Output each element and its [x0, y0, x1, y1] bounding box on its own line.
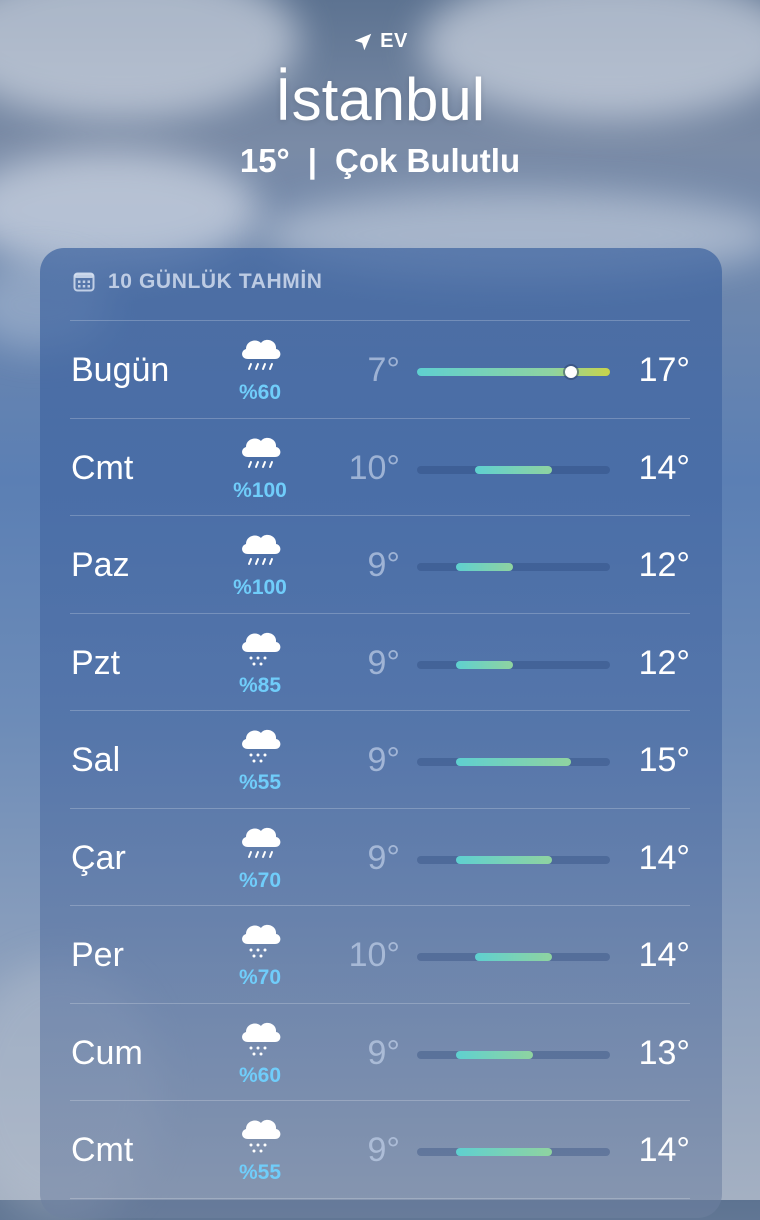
- temperature-range-fill: [455, 855, 553, 864]
- low-temperature: 7°: [367, 351, 400, 389]
- low-temperature: 9°: [367, 643, 400, 682]
- ten-day-forecast-panel[interactable]: 10 GÜNLÜK TAHMİN Bugün %60 7° 17° Cmt %1…: [40, 248, 722, 1218]
- cloud-drizzle-icon: [236, 628, 284, 668]
- precipitation-chance: %70: [238, 868, 282, 892]
- temperature-range-fill: [455, 660, 514, 669]
- temperature-range-fill: [474, 953, 553, 961]
- temperature-range-bar: [417, 563, 610, 571]
- precipitation-chance: %85: [238, 673, 282, 697]
- precipitation-chance: %70: [238, 966, 282, 989]
- cloud-drizzle-icon: [236, 1115, 284, 1155]
- cloud-drizzle-icon: [236, 1018, 284, 1058]
- day-label: Cmt: [71, 1131, 134, 1169]
- precipitation-chance: %55: [238, 1161, 282, 1184]
- forecast-header: 10 GÜNLÜK TAHMİN: [72, 270, 323, 294]
- cloud-drizzle-icon: [236, 920, 284, 960]
- temperature-range-fill: [474, 465, 553, 474]
- divider: [70, 1197, 690, 1199]
- precipitation-chance: %100: [233, 576, 287, 599]
- temperature-range-bar: [417, 953, 610, 961]
- high-temperature: 15°: [638, 741, 690, 779]
- temperature-range-bar: [417, 758, 610, 766]
- temperature-range-bar: [417, 660, 610, 669]
- current-location-row: EV: [0, 30, 760, 53]
- high-temperature: 17°: [638, 351, 690, 389]
- day-label: Pzt: [71, 643, 121, 682]
- low-temperature: 10°: [348, 448, 400, 487]
- day-label: Cum: [71, 1033, 143, 1072]
- precipitation-chance: %55: [238, 771, 282, 794]
- high-temperature: 12°: [638, 546, 690, 584]
- temperature-range-fill: [455, 1148, 553, 1156]
- forecast-row: Çar %70 9° 14°: [40, 809, 722, 906]
- forecast-list: Bugün %60 7° 17° Cmt %100 10° 14° Paz %1…: [40, 321, 722, 1199]
- forecast-row: Per %70 10° 14°: [40, 906, 722, 1004]
- high-temperature: 12°: [638, 643, 690, 682]
- cloud-rain-icon: [236, 823, 284, 863]
- current-temp-marker: [565, 366, 578, 378]
- day-label: Paz: [71, 546, 130, 584]
- temperature-range-fill: [455, 1050, 533, 1059]
- forecast-title: 10 GÜNLÜK TAHMİN: [108, 270, 323, 293]
- forecast-row: Cum %60 9° 13°: [40, 1004, 722, 1101]
- temperature-range-fill: [417, 368, 610, 376]
- low-temperature: 9°: [367, 838, 400, 877]
- current-condition: Çok Bulutlu: [334, 142, 521, 179]
- low-temperature: 9°: [367, 1033, 400, 1072]
- low-temperature: 9°: [367, 1131, 400, 1169]
- summary-separator: |: [307, 142, 317, 179]
- cloud-rain-icon: [236, 530, 284, 570]
- temperature-range-bar: [417, 855, 610, 864]
- temperature-range-bar: [417, 1050, 610, 1059]
- forecast-row: Cmt %100 10° 14°: [40, 419, 722, 516]
- location-arrow-icon: [354, 33, 372, 50]
- forecast-row: Sal %55 9° 15°: [40, 711, 722, 809]
- forecast-row: Paz %100 9° 12°: [40, 516, 722, 614]
- temperature-range-bar: [417, 465, 610, 474]
- temperature-range-fill: [455, 563, 514, 571]
- cloud-drizzle-icon: [236, 725, 284, 765]
- current-temperature: 15°: [239, 142, 290, 179]
- day-label: Cmt: [71, 448, 134, 487]
- day-label: Per: [71, 936, 124, 974]
- precipitation-chance: %60: [238, 1063, 282, 1087]
- current-summary: 15° | Çok Bulutlu: [0, 138, 760, 184]
- high-temperature: 13°: [638, 1033, 690, 1072]
- cloud-rain-icon: [236, 433, 284, 473]
- forecast-row: Pzt %85 9° 12°: [40, 614, 722, 711]
- high-temperature: 14°: [638, 838, 690, 877]
- high-temperature: 14°: [638, 1131, 690, 1169]
- high-temperature: 14°: [638, 448, 690, 487]
- low-temperature: 9°: [367, 546, 400, 584]
- day-label: Çar: [71, 838, 126, 877]
- precipitation-chance: %60: [238, 381, 282, 404]
- low-temperature: 10°: [348, 936, 400, 974]
- low-temperature: 9°: [367, 741, 400, 779]
- location-label: EV: [380, 30, 408, 52]
- cloud-rain-icon: [236, 335, 284, 375]
- forecast-row: Bugün %60 7° 17°: [40, 321, 722, 419]
- city-name: İstanbul: [274, 66, 486, 133]
- temperature-range-bar: [417, 366, 610, 378]
- precipitation-chance: %100: [233, 478, 287, 502]
- day-label: Sal: [71, 741, 121, 779]
- forecast-row: Cmt %55 9° 14°: [40, 1101, 722, 1199]
- day-label: Bugün: [71, 351, 170, 389]
- high-temperature: 14°: [638, 936, 690, 974]
- calendar-icon: [73, 272, 95, 292]
- temperature-range-fill: [455, 758, 572, 766]
- temperature-range-bar: [417, 1148, 610, 1156]
